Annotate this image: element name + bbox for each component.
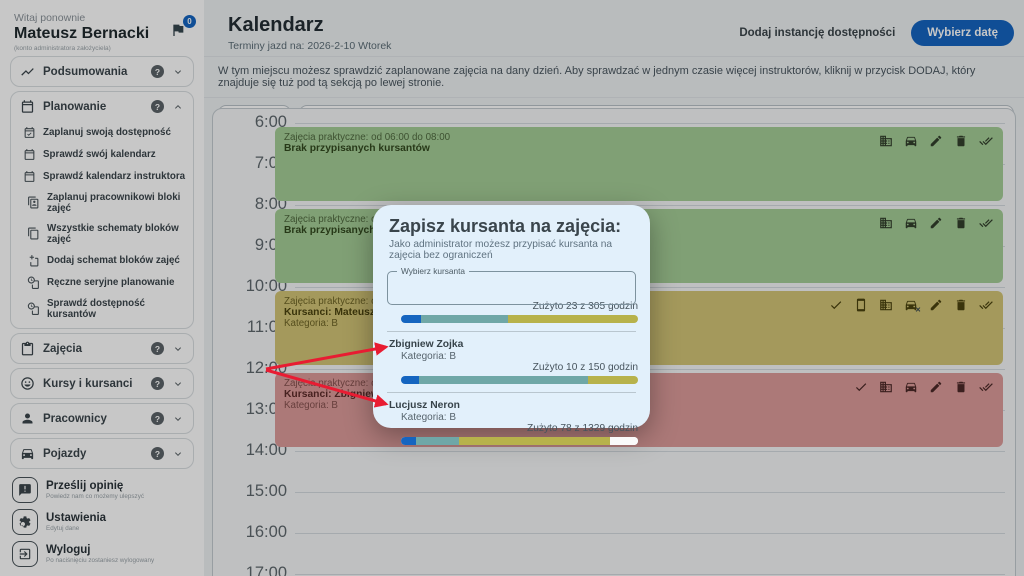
usage-bar <box>401 437 638 445</box>
usage-bar <box>401 376 638 384</box>
student-name: Zbigniew Zojka <box>389 339 638 350</box>
usage-bar <box>401 315 638 323</box>
hours-usage: Zużyto 10 z 150 godzin <box>389 362 638 373</box>
select-student-input[interactable]: Wybierz kursanta <box>387 271 636 305</box>
select-student-label: Wybierz kursanta <box>397 266 469 276</box>
hours-usage: Zużyto 78 z 1329 godzin <box>389 423 638 434</box>
student-category: Kategoria: B <box>389 351 638 362</box>
enroll-student-modal: Zapisz kursanta na zajęcia: Jako adminis… <box>373 205 650 428</box>
divider <box>387 331 636 332</box>
divider <box>387 392 636 393</box>
student-list-item[interactable]: Zbigniew Zojka Kategoria: B Zużyto 10 z … <box>373 339 650 384</box>
modal-title: Zapisz kursanta na zajęcia: <box>373 216 650 237</box>
student-category: Kategoria: B <box>389 412 638 423</box>
student-list-item[interactable]: Lucjusz Neron Kategoria: B Zużyto 78 z 1… <box>373 400 650 445</box>
student-name: Lucjusz Neron <box>389 400 638 411</box>
app-window: Witaj ponownie Mateusz Bernacki (konto a… <box>0 0 1024 576</box>
modal-subtitle: Jako administrator możesz przypisać kurs… <box>373 237 650 261</box>
